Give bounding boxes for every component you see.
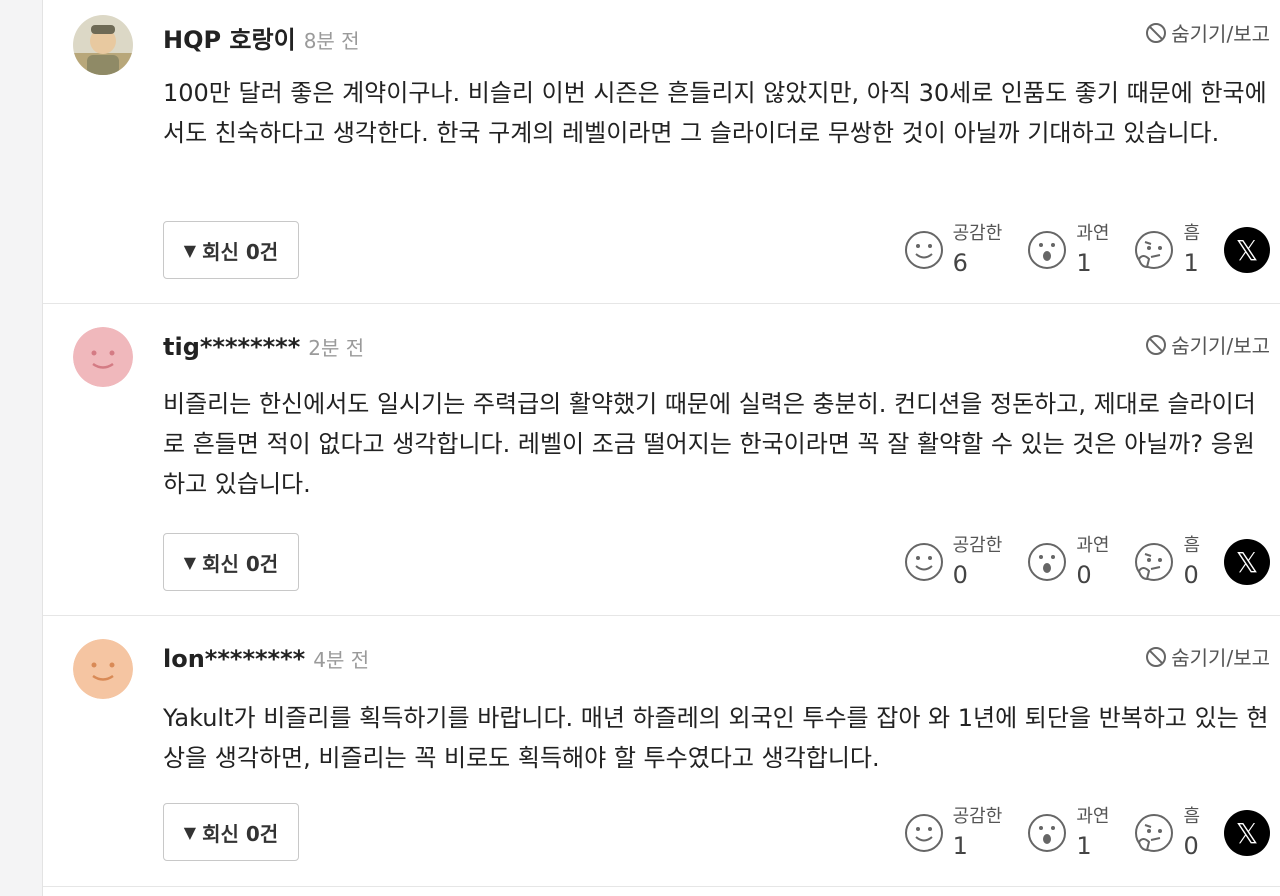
reaction-hmm[interactable]: 흠0 xyxy=(1133,808,1200,858)
reaction-count: 1 xyxy=(952,832,968,860)
hide-report-label[interactable]: 숨기기/보고 xyxy=(1171,18,1270,47)
block-icon xyxy=(1146,334,1167,355)
reaction-indeed[interactable]: 과연 1 xyxy=(1026,225,1109,275)
hide-report-link[interactable]: 숨기기/보고 xyxy=(1145,642,1270,671)
thinking-icon xyxy=(1135,814,1174,852)
reaction-count: 0 xyxy=(1183,561,1199,589)
reaction-count: 1 xyxy=(1076,832,1092,860)
hide-report-label[interactable]: 숨기기/보고 xyxy=(1171,330,1270,359)
reply-label: 회신 0건 xyxy=(202,239,279,264)
username-text[interactable]: tig******** xyxy=(163,333,300,361)
reaction-count: 0 xyxy=(1076,561,1092,589)
surprised-icon xyxy=(1028,231,1067,269)
reaction-bar: 공감한 1 과연 1 흠0 𝕏 xyxy=(903,798,1270,868)
avatar[interactable] xyxy=(73,327,133,387)
hide-report-label[interactable]: 숨기기/보고 xyxy=(1171,642,1270,671)
comment-item: lon******** 4분 전 숨기기/보고 Yakult가 비즐리를 획득하기… xyxy=(43,616,1280,887)
smile-icon xyxy=(904,231,943,269)
reply-button[interactable]: ▼ 회신 0건 xyxy=(163,533,299,591)
thinking-icon xyxy=(1135,543,1174,581)
comment-item: HQP 호랑이 8분 전 숨기기/보고 100만 달러 좋은 계약이구나. 비슬리… xyxy=(43,0,1280,304)
triangle-down-icon: ▼ xyxy=(183,240,197,260)
avatar[interactable] xyxy=(73,639,133,699)
reaction-indeed[interactable]: 과연 1 xyxy=(1026,808,1109,858)
reaction-label: 흠 xyxy=(1183,223,1200,244)
hide-report-link[interactable]: 숨기기/보고 xyxy=(1145,330,1270,359)
username-text[interactable]: lon******** xyxy=(163,645,305,673)
comment-text: 비즐리는 한신에서도 일시기는 주력급의 활약했기 때문에 실력은 충분히. 컨… xyxy=(163,390,1256,498)
username-text[interactable]: HQP 호랑이 xyxy=(163,26,296,54)
timestamp: 4분 전 xyxy=(313,648,370,672)
triangle-down-icon: ▼ xyxy=(183,552,197,572)
share-x-button[interactable]: 𝕏 xyxy=(1224,810,1270,856)
reaction-bar: 공감한 0 과연 0 흠0 𝕏 xyxy=(903,527,1270,597)
surprised-icon xyxy=(1028,814,1067,852)
reaction-label: 흠 xyxy=(1183,535,1200,556)
reaction-label: 공감한 xyxy=(952,535,1003,556)
reaction-count: 6 xyxy=(952,249,968,277)
timestamp: 2분 전 xyxy=(308,336,365,360)
reaction-label: 과연 xyxy=(1076,535,1110,556)
reply-button[interactable]: ▼ 회신 0건 xyxy=(163,803,299,861)
share-x-button[interactable]: 𝕏 xyxy=(1224,227,1270,273)
reply-label: 회신 0건 xyxy=(202,551,279,576)
surprised-icon xyxy=(1028,543,1067,581)
reaction-label: 과연 xyxy=(1076,806,1110,827)
comment-text: Yakult가 비즐리를 획득하기를 바랍니다. 매년 하즐레의 외국인 투수를… xyxy=(163,704,1269,772)
avatar[interactable] xyxy=(73,15,133,75)
reply-button[interactable]: ▼ 회신 0건 xyxy=(163,221,299,279)
x-logo-icon: 𝕏 xyxy=(1235,233,1259,267)
reaction-empathy[interactable]: 공감한 0 xyxy=(903,535,1003,589)
reaction-bar: 공감한 6 과연 1 흠1 𝕏 xyxy=(903,215,1270,285)
reaction-hmm[interactable]: 흠1 xyxy=(1133,225,1200,275)
reaction-indeed[interactable]: 과연 0 xyxy=(1026,537,1109,587)
reaction-empathy[interactable]: 공감한 1 xyxy=(903,806,1003,860)
triangle-down-icon: ▼ xyxy=(183,822,197,842)
reaction-count: 1 xyxy=(1076,249,1092,277)
reply-label: 회신 0건 xyxy=(202,821,279,846)
reaction-label: 흠 xyxy=(1183,806,1200,827)
username[interactable]: HQP 호랑이 8분 전 xyxy=(163,20,360,55)
reaction-label: 과연 xyxy=(1076,223,1110,244)
smile-icon xyxy=(904,814,943,852)
smile-icon xyxy=(904,543,943,581)
reaction-empathy[interactable]: 공감한 6 xyxy=(903,223,1003,277)
reaction-label: 공감한 xyxy=(952,223,1003,244)
block-icon xyxy=(1146,646,1167,667)
x-logo-icon: 𝕏 xyxy=(1235,816,1259,850)
block-icon xyxy=(1146,22,1167,43)
share-x-button[interactable]: 𝕏 xyxy=(1224,539,1270,585)
hide-report-link[interactable]: 숨기기/보고 xyxy=(1145,18,1270,47)
username[interactable]: tig******** 2분 전 xyxy=(163,332,364,361)
reaction-count: 0 xyxy=(952,561,968,589)
comment-item: tig******** 2분 전 숨기기/보고 비즐리는 한신에서도 일시기는 주… xyxy=(43,304,1280,616)
reaction-count: 0 xyxy=(1183,832,1199,860)
comment-text: 100만 달러 좋은 계약이구나. 비슬리 이번 시즌은 흔들리지 않았지만, … xyxy=(163,79,1267,147)
reaction-hmm[interactable]: 흠0 xyxy=(1133,537,1200,587)
left-gutter xyxy=(0,0,43,896)
thinking-icon xyxy=(1135,231,1174,269)
x-logo-icon: 𝕏 xyxy=(1235,545,1259,579)
username[interactable]: lon******** 4분 전 xyxy=(163,644,369,673)
timestamp: 8분 전 xyxy=(303,29,360,53)
reaction-count: 1 xyxy=(1183,249,1199,277)
reaction-label: 공감한 xyxy=(952,806,1003,827)
